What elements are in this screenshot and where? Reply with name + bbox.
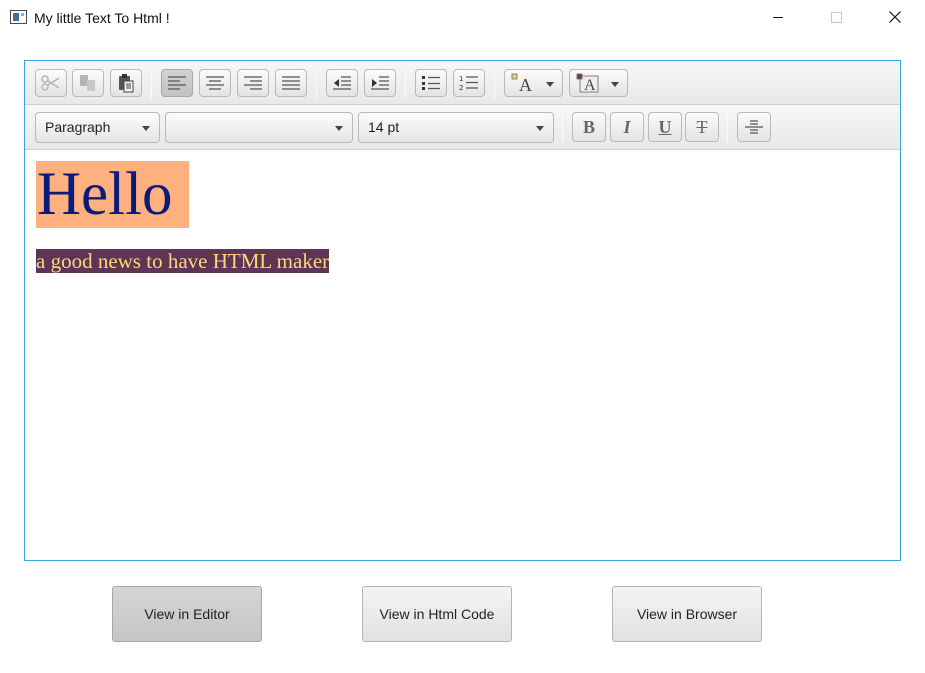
align-center-button[interactable]: [199, 69, 231, 97]
maximize-icon: [830, 11, 842, 23]
background-color-icon: A: [576, 73, 599, 93]
editor-content-area[interactable]: Hello a good news to have HTML maker: [25, 150, 900, 560]
copy-button[interactable]: [72, 69, 104, 97]
numbered-list-button[interactable]: 1 2: [453, 69, 485, 97]
view-in-browser-button[interactable]: View in Browser: [612, 586, 762, 642]
editor-toolbar-bottom: Paragraph 14 pt B I U T: [25, 105, 900, 150]
bullet-list-icon: [422, 76, 440, 90]
outdent-button[interactable]: [326, 69, 358, 97]
app-icon: [10, 10, 27, 24]
format-select-value: Paragraph: [45, 119, 111, 135]
close-button[interactable]: [866, 0, 924, 34]
minimize-icon: [773, 16, 783, 18]
strikethrough-icon: T: [696, 116, 708, 137]
strikethrough-button[interactable]: T: [685, 112, 719, 142]
svg-text:2: 2: [459, 84, 463, 92]
horizontal-rule-icon: [745, 120, 763, 134]
underline-icon: U: [658, 116, 672, 137]
font-family-select[interactable]: [165, 112, 353, 143]
view-in-browser-label: View in Browser: [636, 606, 738, 622]
indent-button[interactable]: [364, 69, 396, 97]
bold-button[interactable]: B: [572, 112, 606, 142]
chevron-down-icon: [536, 126, 544, 131]
align-center-icon: [206, 76, 224, 90]
align-justify-icon: [282, 76, 300, 90]
view-in-html-code-button[interactable]: View in Html Code: [362, 586, 512, 642]
font-size-select[interactable]: 14 pt: [358, 112, 554, 143]
background-color-button[interactable]: A: [569, 69, 628, 97]
bullet-list-button[interactable]: [415, 69, 447, 97]
paste-icon: [119, 74, 134, 93]
chevron-down-icon: [335, 126, 343, 131]
view-in-html-code-label: View in Html Code: [379, 606, 495, 622]
align-right-icon: [244, 76, 262, 90]
outdent-icon: [333, 76, 351, 90]
close-icon: [889, 11, 901, 23]
numbered-list-icon: 1 2: [459, 75, 478, 92]
svg-text:A: A: [584, 77, 596, 93]
view-in-editor-label: View in Editor: [144, 606, 230, 622]
chevron-down-icon: [142, 126, 150, 131]
chevron-down-icon: [546, 82, 554, 87]
toolbar-separator: [316, 67, 317, 99]
underline-button[interactable]: U: [648, 112, 682, 142]
toolbar-separator: [151, 67, 152, 99]
italic-icon: I: [623, 116, 631, 137]
text-color-button[interactable]: A: [504, 69, 563, 97]
toolbar-separator: [405, 67, 406, 99]
cut-icon: [41, 75, 60, 91]
chevron-down-icon: [611, 82, 619, 87]
align-right-button[interactable]: [237, 69, 269, 97]
toolbar-separator: [727, 111, 728, 143]
toolbar-separator: [494, 67, 495, 99]
window-title: My little Text To Html !: [34, 10, 170, 26]
svg-text:A: A: [519, 75, 532, 93]
text-color-icon: A: [511, 73, 532, 93]
bold-icon: B: [582, 116, 595, 137]
align-left-icon: [168, 76, 186, 90]
editor-toolbar-top: 1 2 A A: [25, 61, 900, 105]
cut-button[interactable]: [35, 69, 67, 97]
view-in-editor-button[interactable]: View in Editor: [112, 586, 262, 642]
svg-text:1: 1: [459, 75, 463, 83]
minimize-button[interactable]: [749, 0, 807, 34]
align-justify-button[interactable]: [275, 69, 307, 97]
format-select[interactable]: Paragraph: [35, 112, 160, 143]
subline-text: a good news to have HTML maker: [36, 249, 330, 273]
copy-icon: [80, 75, 95, 91]
maximize-button[interactable]: [807, 0, 865, 34]
paste-button[interactable]: [110, 69, 142, 97]
horizontal-rule-button[interactable]: [737, 112, 771, 142]
indent-icon: [371, 76, 389, 90]
toolbar-separator: [562, 111, 563, 143]
font-size-select-value: 14 pt: [368, 119, 400, 135]
align-left-button[interactable]: [161, 69, 193, 97]
italic-button[interactable]: I: [610, 112, 644, 142]
title-bar: My little Text To Html !: [0, 0, 925, 34]
html-editor[interactable]: 1 2 A A Paragraph 14 pt B I U T Hello a …: [24, 60, 901, 561]
heading-text: Hello: [36, 161, 189, 228]
